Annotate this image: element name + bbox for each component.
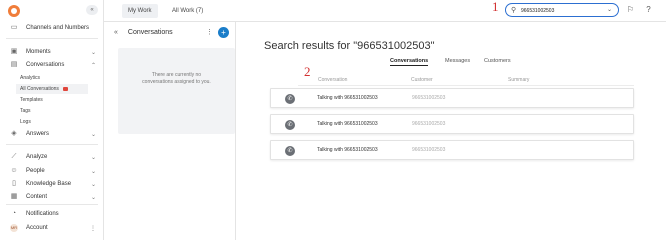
- conversations-header: « Conversations ⋮ +: [108, 22, 236, 42]
- sidebar-item-knowledge-base[interactable]: ▯ Knowledge Base ⌄: [0, 178, 104, 190]
- tab-messages[interactable]: Messages: [445, 56, 470, 66]
- annotation-marker-1: 1: [492, 0, 499, 14]
- empty-state: There are currently no conversations ass…: [118, 48, 235, 134]
- sidebar-subitem-logs[interactable]: Logs: [20, 117, 92, 127]
- sidebar-item-channels[interactable]: ▭ Channels and Numbers: [0, 22, 104, 34]
- sidebar-item-label: Account: [26, 225, 48, 231]
- column-header-summary: Summary: [508, 77, 530, 83]
- sidebar-item-label: Conversations: [26, 62, 65, 68]
- sidebar-item-label: Moments: [26, 49, 51, 55]
- sidebar-item-notifications[interactable]: ◔ Notifications: [0, 208, 104, 220]
- sidebar-item-label: Content: [26, 194, 48, 200]
- sidebar-divider: [6, 144, 98, 145]
- sidebar-subitem-tags[interactable]: Tags: [20, 106, 92, 116]
- unread-badge: [62, 86, 68, 91]
- table-row[interactable]: ✆ Talking with 966531002503 966531002503: [270, 114, 634, 134]
- row-customer: 966531002503: [412, 147, 446, 153]
- tab-all-work[interactable]: All Work (7): [166, 4, 209, 18]
- sidebar-divider: [6, 38, 98, 39]
- bell-icon: ◔: [11, 210, 17, 217]
- answers-icon: ◈: [11, 130, 17, 137]
- collapse-sidebar-button[interactable]: «: [86, 5, 98, 15]
- header-divider: [298, 85, 634, 86]
- people-icon: ☺: [10, 167, 18, 174]
- row-customer: 966531002503: [412, 121, 446, 127]
- annotation-marker-2: 2: [304, 64, 311, 79]
- sidebar-item-analyze[interactable]: ⟋ Analyze ⌄: [0, 151, 104, 163]
- analyze-icon: ⟋: [11, 153, 17, 160]
- tab-conversations[interactable]: Conversations: [390, 56, 429, 66]
- add-conversation-button[interactable]: +: [218, 26, 229, 38]
- whatsapp-icon: ✆: [285, 146, 295, 156]
- knowledge-base-icon: ▯: [12, 180, 16, 187]
- sidebar-item-label: Answers: [26, 131, 50, 137]
- sidebar-item-moments[interactable]: ▣ Moments ⌄: [0, 46, 104, 58]
- sidebar-subitem-analytics[interactable]: Analytics: [20, 73, 92, 83]
- kebab-icon[interactable]: ⋮: [206, 28, 213, 36]
- tab-my-work[interactable]: My Work: [122, 4, 158, 18]
- column-header-customer: Customer: [411, 77, 433, 83]
- chevron-down-icon: ⌄: [90, 154, 96, 161]
- page-title: Search results for "966531002503": [264, 40, 435, 52]
- search-input[interactable]: [521, 6, 591, 15]
- sidebar-item-content[interactable]: ▦ Content ⌄: [0, 191, 104, 203]
- chevron-down-icon: ⌄: [90, 181, 96, 188]
- panel-title: Conversations: [127, 28, 173, 36]
- sidebar-item-answers[interactable]: ◈ Answers ⌄: [0, 128, 104, 140]
- column-header-conversation: Conversation: [318, 77, 348, 83]
- row-conversation: Talking with 966531002503: [317, 121, 378, 127]
- sidebar-item-label: Analyze: [26, 154, 48, 160]
- sidebar-item-account[interactable]: MR Account ⋮: [0, 222, 104, 234]
- empty-state-text: There are currently no: [151, 72, 202, 78]
- chevron-up-icon: ⌃: [90, 62, 96, 69]
- conversations-icon: ▤: [10, 61, 18, 68]
- table-row[interactable]: ✆ Talking with 966531002503 966531002503: [270, 88, 634, 108]
- sidebar: « ▭ Channels and Numbers ▣ Moments ⌄ ▤ C…: [0, 0, 104, 240]
- collapse-panel-icon[interactable]: «: [114, 29, 118, 36]
- sidebar-subitem-label: All Conversations: [20, 86, 59, 92]
- chevron-down-icon: ⌄: [90, 168, 96, 175]
- content-icon: ▦: [10, 193, 18, 200]
- chevron-down-icon[interactable]: ⌄: [607, 6, 612, 13]
- row-customer: 966531002503: [412, 95, 446, 101]
- whatsapp-icon: ✆: [285, 94, 295, 104]
- table-row[interactable]: ✆ Talking with 966531002503 966531002503: [270, 140, 634, 160]
- row-conversation: Talking with 966531002503: [317, 95, 378, 101]
- sidebar-subitem-templates[interactable]: Templates: [20, 95, 92, 105]
- tab-customers[interactable]: Customers: [484, 56, 511, 66]
- moments-icon: ▣: [10, 48, 18, 55]
- search-field[interactable]: ⚲ ⌄: [505, 3, 619, 17]
- channels-icon: ▭: [10, 24, 18, 31]
- whatsapp-icon: ✆: [285, 120, 295, 130]
- row-conversation: Talking with 966531002503: [317, 147, 378, 153]
- kebab-icon: ⋮: [90, 225, 96, 232]
- sidebar-item-label: People: [26, 168, 45, 174]
- sidebar-item-label: Notifications: [26, 211, 59, 217]
- conversations-panel: « Conversations ⋮ + There are currently …: [108, 22, 236, 240]
- flag-icon[interactable]: ⚐: [626, 5, 635, 14]
- sidebar-item-people[interactable]: ☺ People ⌄: [0, 165, 104, 177]
- avatar: MR: [10, 224, 18, 232]
- sidebar-subitem-all-conversations[interactable]: All Conversations: [16, 84, 88, 94]
- sidebar-item-label: Knowledge Base: [26, 181, 72, 187]
- sidebar-item-label: Channels and Numbers: [26, 25, 90, 31]
- chevron-down-icon: ⌄: [90, 49, 96, 56]
- chevron-down-icon: ⌄: [90, 131, 96, 138]
- sidebar-item-conversations[interactable]: ▤ Conversations ⌃: [0, 59, 104, 71]
- empty-state-text: conversations assigned to you.: [142, 79, 211, 85]
- search-icon: ⚲: [511, 7, 517, 14]
- sidebar-divider: [6, 204, 98, 205]
- chevron-down-icon: ⌄: [90, 194, 96, 201]
- help-icon[interactable]: ?: [644, 5, 653, 14]
- brand-logo[interactable]: [8, 5, 20, 17]
